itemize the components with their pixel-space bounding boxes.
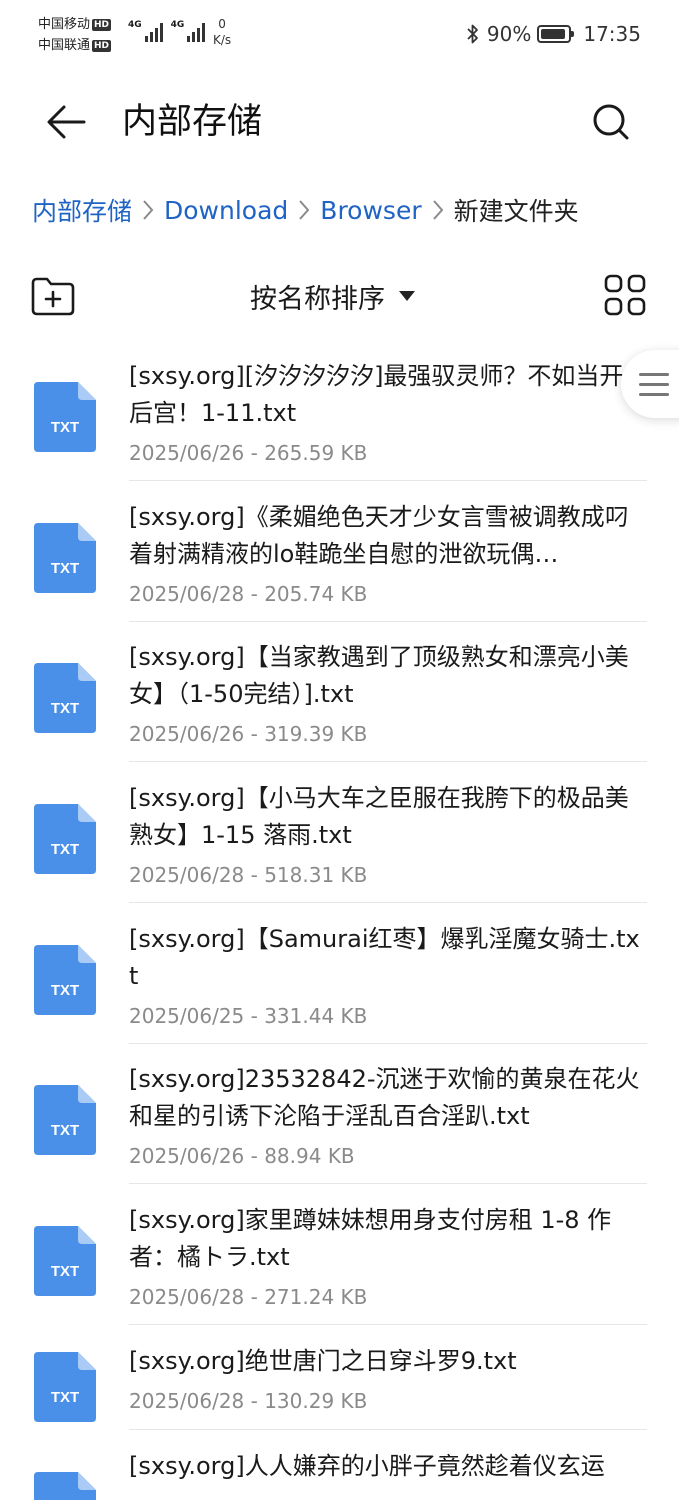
carrier-2: 中国联通: [38, 38, 91, 53]
file-list-item[interactable]: TXT [sxsy.org]《柔媚绝色天才少女言雪被调教成叼着射满精液的lo鞋跪坐…: [0, 481, 679, 622]
chevron-right-icon: [297, 198, 311, 222]
back-button[interactable]: [36, 92, 96, 152]
file-name: [sxsy.org]【当家教遇到了顶级熟女和漂亮小美女】（1-50完结）].tx…: [129, 643, 629, 708]
file-name: [sxsy.org]23532842-沉迷于欢愉的黄泉在花火和星的引诱下沦陷于淫…: [129, 1065, 640, 1130]
net-speed-unit: K/s: [213, 33, 232, 47]
grid-view-button[interactable]: [603, 273, 647, 317]
txt-file-icon: TXT: [34, 1472, 96, 1500]
hd-badge: HD: [92, 18, 112, 31]
txt-file-icon: TXT: [34, 382, 96, 452]
file-type-label: TXT: [51, 560, 79, 577]
battery-percent: 90%: [486, 22, 532, 46]
signal-icon: 4G: [128, 20, 163, 42]
network-type-label: 4G: [170, 20, 185, 30]
network-type-label: 4G: [128, 20, 142, 30]
carrier-info: 中国移动 HD 中国联通 HD: [38, 14, 112, 56]
file-type-label: TXT: [51, 700, 79, 717]
signal-icon: 4G: [171, 20, 206, 42]
file-name: [sxsy.org]家里蹲妹妹想用身支付房租 1-8 作者：橘トラ.txt: [129, 1206, 612, 1271]
file-name: [sxsy.org]绝世唐门之日穿斗罗9.txt: [129, 1347, 517, 1375]
file-list-item[interactable]: TXT [sxsy.org][汐汐汐汐汐]最强驭灵师？不如当开后宫！1-11.tx…: [0, 340, 679, 481]
file-meta: 2025/06/26 - 319.39 KB: [129, 722, 368, 746]
toolbar: 按名称排序: [0, 268, 679, 324]
txt-file-icon: TXT: [34, 945, 96, 1015]
file-type-label: TXT: [51, 841, 79, 858]
file-type-label: TXT: [51, 419, 79, 436]
file-list-item[interactable]: TXT [sxsy.org]【Samurai红枣】爆乳淫魔女骑士.txt 2025/…: [0, 903, 679, 1044]
chevron-right-icon: [431, 198, 445, 222]
status-right: 90% 17:35: [465, 22, 641, 46]
file-meta: 2025/06/26 - 265.59 KB: [129, 441, 368, 465]
file-name: [sxsy.org]【小马大车之臣服在我胯下的极品美熟女】1-15 落雨.txt: [129, 784, 629, 849]
search-icon: [593, 104, 629, 140]
breadcrumb-item-download[interactable]: Download: [164, 196, 288, 225]
file-type-label: TXT: [51, 1389, 79, 1406]
file-type-label: TXT: [51, 1263, 79, 1280]
breadcrumb-item-current-folder: 新建文件夹: [453, 197, 579, 226]
sort-label: 按名称排序: [250, 283, 385, 315]
battery-icon: [537, 25, 575, 43]
app-bar: 内部存储: [0, 80, 679, 164]
status-bar: 中国移动 HD 中国联通 HD 4G 4G 0 K/s 90% 17:35: [0, 0, 679, 72]
grid-view-icon: [604, 274, 646, 316]
carrier-1: 中国移动: [38, 17, 91, 32]
file-list-item[interactable]: TXT [sxsy.org]【当家教遇到了顶级熟女和漂亮小美女】（1-50完结）]…: [0, 621, 679, 762]
sort-by-name-button[interactable]: 按名称排序: [250, 274, 415, 318]
txt-file-icon: TXT: [34, 1352, 96, 1422]
caret-down-icon: [399, 291, 415, 301]
breadcrumb-item-browser[interactable]: Browser: [320, 196, 421, 225]
file-list-item[interactable]: TXT [sxsy.org]家里蹲妹妹想用身支付房租 1-8 作者：橘トラ.txt…: [0, 1184, 679, 1325]
menu-lines-icon: [639, 372, 669, 396]
file-type-label: TXT: [51, 982, 79, 999]
txt-file-icon: TXT: [34, 1085, 96, 1155]
file-meta: 2025/06/28 - 205.74 KB: [129, 582, 368, 606]
arrow-left-icon: [47, 105, 86, 139]
file-meta: 2025/06/28 - 271.24 KB: [129, 1285, 368, 1309]
network-speed: 0 K/s: [213, 16, 231, 48]
file-meta: 2025/06/25 - 331.44 KB: [129, 1004, 368, 1028]
file-type-label: TXT: [51, 1122, 79, 1139]
file-list-item[interactable]: TXT [sxsy.org]【小马大车之臣服在我胯下的极品美熟女】1-15 落雨.…: [0, 762, 679, 903]
breadcrumb-item-internal-storage[interactable]: 内部存储: [32, 192, 132, 228]
file-list-item[interactable]: TXT [sxsy.org]23532842-沉迷于欢愉的黄泉在花火和星的引诱下沦…: [0, 1043, 679, 1184]
bluetooth-icon: [467, 24, 478, 44]
txt-file-icon: TXT: [34, 523, 96, 593]
search-button[interactable]: [583, 94, 639, 150]
breadcrumb: 内部存储 Download Browser 新建文件夹: [32, 190, 579, 230]
txt-file-icon: TXT: [34, 804, 96, 874]
file-meta: 2025/06/26 - 88.94 KB: [129, 1144, 355, 1168]
clock: 17:35: [583, 22, 641, 46]
signal-indicators: 4G 4G: [128, 20, 206, 42]
page-title: 内部存储: [122, 102, 263, 142]
file-meta: 2025/06/28 - 518.31 KB: [129, 863, 368, 887]
txt-file-icon: TXT: [34, 663, 96, 733]
folder-add-icon: [31, 277, 75, 316]
new-folder-button[interactable]: [30, 274, 76, 318]
net-speed-value: 0: [218, 17, 226, 31]
file-list-item[interactable]: TXT [sxsy.org]人人嫌弃的小胖子竟然趁着仪玄运: [0, 1430, 679, 1500]
file-name: [sxsy.org]人人嫌弃的小胖子竟然趁着仪玄运: [129, 1452, 605, 1480]
txt-file-icon: TXT: [34, 1226, 96, 1296]
file-meta: 2025/06/28 - 130.29 KB: [129, 1389, 368, 1413]
chevron-right-icon: [141, 198, 155, 222]
file-name: [sxsy.org]【Samurai红枣】爆乳淫魔女骑士.txt: [129, 925, 640, 990]
file-name: [sxsy.org]《柔媚绝色天才少女言雪被调教成叼着射满精液的lo鞋跪坐自慰的…: [129, 503, 629, 568]
hd-badge: HD: [92, 39, 112, 52]
file-list-item[interactable]: TXT [sxsy.org]绝世唐门之日穿斗罗9.txt 2025/06/28 - …: [0, 1325, 679, 1430]
file-name: [sxsy.org][汐汐汐汐汐]最强驭灵师？不如当开后宫！1-11.txt: [129, 362, 624, 427]
